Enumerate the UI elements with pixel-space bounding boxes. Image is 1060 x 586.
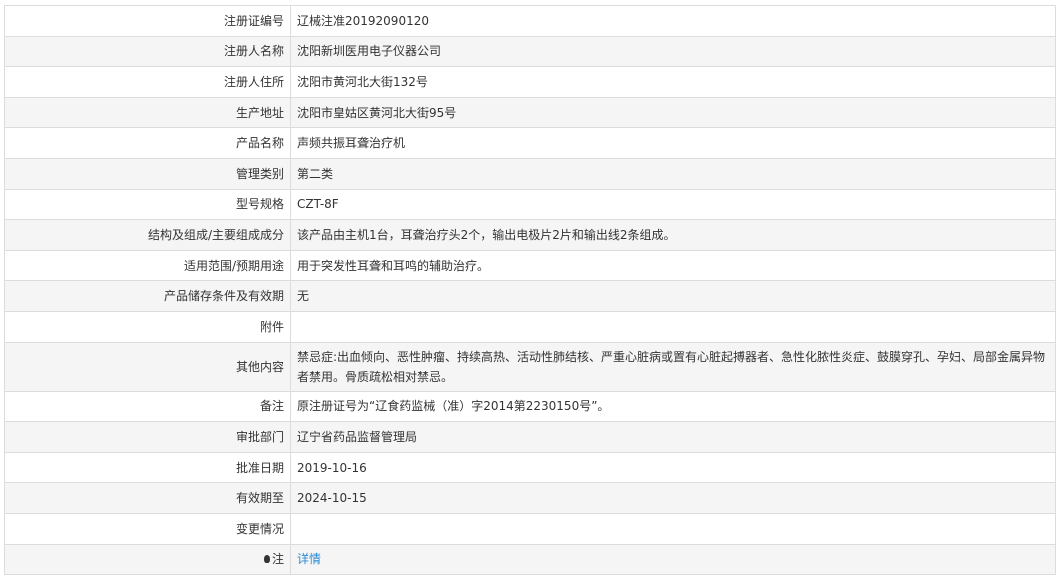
field-value: 原注册证号为“辽食药监械（准）字2014第2230150号”。 (297, 399, 610, 414)
field-value: 2024-10-15 (297, 491, 367, 506)
field-label-cell: 适用范围/预期用途 (4, 249, 291, 282)
field-label: 注册人住所 (223, 74, 284, 89)
field-value-cell: 无 (290, 280, 1056, 312)
field-label-cell: 审批部门 (4, 421, 291, 453)
field-value: 辽械注准20192090120 (297, 13, 429, 28)
field-label-cell: 有效期至 (4, 482, 291, 514)
field-label-cell: 其他内容 (4, 341, 291, 392)
field-value: 沈阳市黄河北大街132号 (297, 74, 428, 89)
table-row: 批准日期 2019-10-16 (4, 451, 1056, 484)
field-label: 其他内容 (235, 359, 284, 374)
table-row: 注册证编号 辽械注准20192090120 (4, 5, 1056, 37)
table-row: 适用范围/预期用途 用于突发性耳聋和耳鸣的辅助治疗。 (4, 249, 1056, 282)
field-label: 审批部门 (235, 429, 284, 444)
field-value: 用于突发性耳聋和耳鸣的辅助治疗。 (297, 258, 490, 273)
table-row: 管理类别 第二类 (4, 157, 1056, 190)
field-label: 结构及组成/主要组成成分 (147, 227, 284, 242)
field-label: 附件 (259, 319, 284, 334)
table-row: 备注 原注册证号为“辽食药监械（准）字2014第2230150号”。 (4, 390, 1056, 423)
field-value-cell: 沈阳新圳医用电子仪器公司 (290, 35, 1056, 68)
field-value: CZT-8F (297, 197, 339, 212)
table-row: 生产地址 沈阳市皇姑区黄河北大街95号 (4, 96, 1056, 129)
field-value: 沈阳新圳医用电子仪器公司 (297, 44, 442, 59)
field-label: 适用范围/预期用途 (183, 258, 284, 273)
table-row: 有效期至 2024-10-15 (4, 482, 1056, 514)
field-value-cell: 2019-10-16 (290, 451, 1056, 484)
table-row: 附件 (4, 310, 1056, 343)
field-value-cell: CZT-8F (290, 188, 1056, 221)
details-link[interactable]: 详情 (297, 552, 321, 566)
table-row: 其他内容 禁忌症:出血倾向、恶性肿瘤、持续高热、活动性肺结核、严重心脏病或置有心脏… (4, 341, 1056, 392)
field-value: 禁忌症:出血倾向、恶性肿瘤、持续高热、活动性肺结核、严重心脏病或置有心脏起搏器者… (297, 349, 1046, 384)
field-value-cell: 2024-10-15 (290, 482, 1056, 514)
field-label-cell: 注册证编号 (4, 5, 291, 37)
field-label-cell: 注册人住所 (4, 66, 291, 98)
table-row: 注册人名称 沈阳新圳医用电子仪器公司 (4, 35, 1056, 68)
field-label-cell: 注 (4, 543, 291, 576)
field-value-cell: 辽宁省药品监督管理局 (290, 421, 1056, 453)
table-row: 注详情 (4, 543, 1056, 576)
field-label: 生产地址 (235, 105, 284, 120)
field-value-cell: 禁忌症:出血倾向、恶性肿瘤、持续高热、活动性肺结核、严重心脏病或置有心脏起搏器者… (290, 341, 1056, 392)
field-label: 注 (271, 552, 284, 567)
field-value-cell (290, 310, 1056, 343)
field-value: 2019-10-16 (297, 460, 367, 475)
field-label-cell: 批准日期 (4, 451, 291, 484)
field-label: 产品名称 (235, 136, 284, 151)
table-row: 注册人住所 沈阳市黄河北大街132号 (4, 66, 1056, 98)
field-value-cell: 第二类 (290, 157, 1056, 190)
field-label: 有效期至 (235, 491, 284, 506)
table-row: 变更情况 (4, 512, 1056, 545)
field-label-cell: 生产地址 (4, 96, 291, 129)
field-value-cell: 详情 (290, 543, 1056, 576)
field-value: 辽宁省药品监督管理局 (297, 429, 418, 444)
field-value-cell: 原注册证号为“辽食药监械（准）字2014第2230150号”。 (290, 390, 1056, 423)
field-label-cell: 备注 (4, 390, 291, 423)
field-value-cell: 声频共振耳聋治疗机 (290, 127, 1056, 159)
field-label: 管理类别 (235, 166, 284, 181)
field-label-cell: 产品储存条件及有效期 (4, 280, 291, 312)
table-row: 产品储存条件及有效期无 (4, 280, 1056, 312)
field-value: 无 (297, 289, 310, 304)
field-label: 变更情况 (235, 521, 284, 536)
field-label: 备注 (259, 399, 284, 414)
field-value-cell (290, 512, 1056, 545)
field-label-cell: 变更情况 (4, 512, 291, 545)
field-label-cell: 产品名称 (4, 127, 291, 159)
field-value-cell: 用于突发性耳聋和耳鸣的辅助治疗。 (290, 249, 1056, 282)
field-value-cell: 该产品由主机1台，耳聋治疗头2个，输出电极片2片和输出线2条组成。 (290, 219, 1056, 251)
field-value: 声频共振耳聋治疗机 (297, 136, 406, 151)
lightbulb-icon (263, 555, 270, 564)
field-value-cell: 沈阳市皇姑区黄河北大街95号 (290, 96, 1056, 129)
field-label-cell: 附件 (4, 310, 291, 343)
field-value-cell: 沈阳市黄河北大街132号 (290, 66, 1056, 98)
table-row: 产品名称 声频共振耳聋治疗机 (4, 127, 1056, 159)
field-label: 型号规格 (235, 197, 284, 212)
field-value: 第二类 (297, 166, 334, 181)
field-value-cell: 辽械注准20192090120 (290, 5, 1056, 37)
field-value: 沈阳市皇姑区黄河北大街95号 (297, 105, 457, 120)
table-row: 型号规格 CZT-8F (4, 188, 1056, 221)
field-label-cell: 注册人名称 (4, 35, 291, 68)
field-value: 该产品由主机1台，耳聋治疗头2个，输出电极片2片和输出线2条组成。 (297, 227, 676, 242)
table-row: 结构及组成/主要组成成分 该产品由主机1台，耳聋治疗头2个，输出电极片2片和输出线… (4, 219, 1056, 251)
field-label-cell: 结构及组成/主要组成成分 (4, 219, 291, 251)
field-label: 注册证编号 (223, 13, 284, 28)
field-label: 注册人名称 (223, 44, 284, 59)
registration-detail-table: 注册证编号 辽械注准20192090120 注册人名称 沈阳新圳医用电子仪器公司 注册人… (4, 5, 1056, 576)
field-label: 产品储存条件及有效期 (163, 289, 284, 304)
field-label: 批准日期 (235, 460, 284, 475)
field-label-cell: 型号规格 (4, 188, 291, 221)
table-row: 审批部门 辽宁省药品监督管理局 (4, 421, 1056, 453)
field-label-cell: 管理类别 (4, 157, 291, 190)
